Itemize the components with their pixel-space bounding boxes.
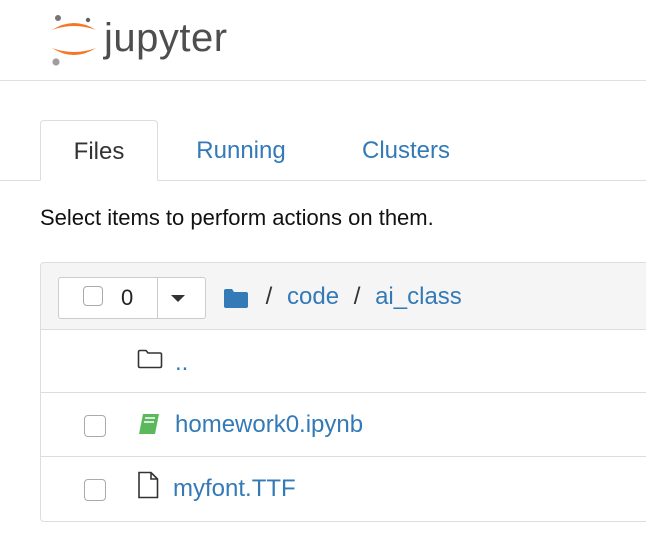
file-name[interactable]: myfont.TTF xyxy=(173,473,296,505)
select-all-checkbox[interactable] xyxy=(83,286,103,306)
folder-home-icon[interactable] xyxy=(223,287,249,309)
tab-bar: Files Running Clusters xyxy=(0,120,646,181)
select-all-control[interactable]: 0 xyxy=(58,277,206,319)
list-item-parent[interactable]: .. xyxy=(41,329,646,393)
divider xyxy=(157,278,158,318)
tab-clusters[interactable]: Clusters xyxy=(338,120,474,180)
list-item-notebook[interactable]: homework0.ipynb xyxy=(41,393,646,457)
notebook-icon xyxy=(139,414,159,434)
row-checkbox[interactable] xyxy=(84,479,106,501)
selected-count: 0 xyxy=(121,285,134,310)
breadcrumb-ai-class[interactable]: ai_class xyxy=(375,283,462,310)
list-item-file[interactable]: myfont.TTF xyxy=(41,457,646,521)
file-list-panel: 0 / code / ai_class .. homework0.ipynb m… xyxy=(40,262,646,522)
file-name[interactable]: homework0.ipynb xyxy=(175,409,363,441)
tab-running[interactable]: Running xyxy=(178,120,304,180)
header: jupyter xyxy=(0,0,646,81)
chevron-down-icon[interactable] xyxy=(171,295,185,302)
logo-text[interactable]: jupyter xyxy=(104,10,228,66)
jupyter-logo[interactable] xyxy=(44,10,104,70)
file-icon xyxy=(138,471,159,499)
breadcrumb-separator: / xyxy=(353,283,361,310)
instruction-text: Select items to perform actions on them. xyxy=(40,205,434,230)
breadcrumb: / code / ai_class xyxy=(223,277,462,317)
row-checkbox[interactable] xyxy=(84,415,106,437)
breadcrumb-separator: / xyxy=(265,283,273,310)
tab-files[interactable]: Files xyxy=(40,120,158,181)
folder-icon xyxy=(137,349,163,369)
breadcrumb-code[interactable]: code xyxy=(287,283,339,310)
file-name[interactable]: .. xyxy=(175,347,188,379)
file-list-header: 0 / code / ai_class xyxy=(41,263,646,330)
